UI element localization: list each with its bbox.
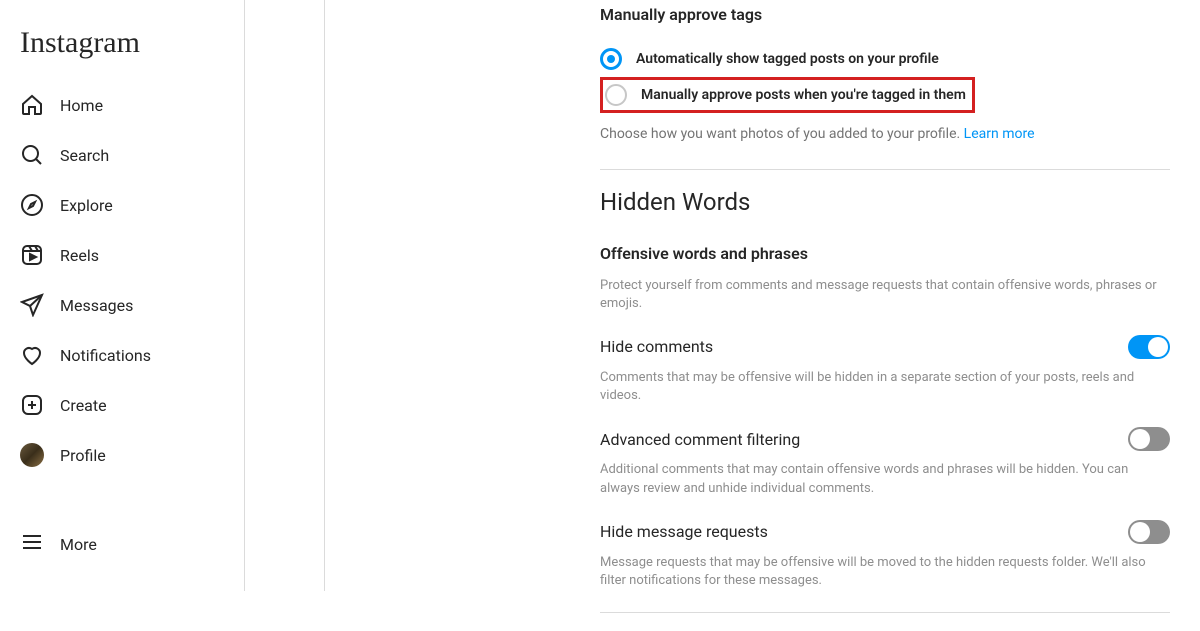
nav-label: Home [60, 96, 103, 115]
nav-create[interactable]: Create [12, 380, 232, 430]
toggle-label: Hide comments [600, 337, 713, 356]
hide-requests-toggle[interactable] [1128, 520, 1170, 544]
hide-requests-section: Hide message requests Message requests t… [600, 520, 1170, 590]
brand-logo[interactable]: Instagram [12, 8, 232, 80]
nav-profile[interactable]: Profile [12, 430, 232, 480]
reels-icon [20, 243, 44, 267]
nav-label: Create [60, 396, 107, 415]
tags-helper: Choose how you want photos of you added … [600, 125, 1170, 145]
offensive-desc: Protect yourself from comments and messa… [600, 277, 1170, 313]
radio-label: Automatically show tagged posts on your … [636, 51, 939, 67]
advanced-filtering-desc: Additional comments that may contain off… [600, 461, 1170, 497]
hide-requests-desc: Message requests that may be offensive w… [600, 554, 1170, 590]
settings-subnav [245, 0, 325, 591]
advanced-filtering-row: Advanced comment filtering [600, 427, 1170, 451]
hide-comments-row: Hide comments [600, 335, 1170, 359]
nav-label: Search [60, 146, 109, 165]
tags-heading: Manually approve tags [600, 5, 1170, 24]
helper-prefix: Choose how you want photos of you added … [600, 126, 964, 142]
settings-content: Manually approve tags Automatically show… [600, 0, 1180, 631]
hide-comments-section: Hide comments Comments that may be offen… [600, 335, 1170, 405]
hidden-words-heading: Hidden Words [600, 188, 1170, 216]
nav-label: Messages [60, 296, 133, 315]
home-icon [20, 93, 44, 117]
advanced-filtering-toggle[interactable] [1128, 427, 1170, 451]
search-icon [20, 143, 44, 167]
plus-square-icon [20, 393, 44, 417]
hide-requests-row: Hide message requests [600, 520, 1170, 544]
tags-option-manual[interactable]: Manually approve posts when you're tagge… [605, 82, 966, 108]
learn-more-link[interactable]: Learn more [964, 126, 1035, 142]
nav-reels[interactable]: Reels [12, 230, 232, 280]
nav-label: More [60, 535, 97, 554]
radio-icon [605, 84, 627, 106]
sidebar: Instagram Home Search Explore Reels [0, 0, 245, 591]
compass-icon [20, 193, 44, 217]
radio-label: Manually approve posts when you're tagge… [641, 87, 966, 103]
toggle-label: Advanced comment filtering [600, 430, 800, 449]
divider [600, 612, 1170, 613]
nav-search[interactable]: Search [12, 130, 232, 180]
nav: Home Search Explore Reels Messages [12, 80, 232, 517]
radio-icon [600, 48, 622, 70]
hide-comments-desc: Comments that may be offensive will be h… [600, 369, 1170, 405]
avatar [20, 443, 44, 467]
menu-icon [20, 530, 44, 558]
nav-label: Profile [60, 446, 106, 465]
nav-home[interactable]: Home [12, 80, 232, 130]
offensive-heading: Offensive words and phrases [600, 244, 1170, 263]
tags-option-auto[interactable]: Automatically show tagged posts on your … [600, 44, 1170, 74]
heart-icon [20, 343, 44, 367]
nav-more[interactable]: More [12, 517, 232, 571]
toggle-label: Hide message requests [600, 522, 768, 541]
tags-radio-group: Automatically show tagged posts on your … [600, 44, 1170, 113]
divider [600, 169, 1170, 170]
send-icon [20, 293, 44, 317]
advanced-filtering-section: Advanced comment filtering Additional co… [600, 427, 1170, 497]
nav-notifications[interactable]: Notifications [12, 330, 232, 380]
nav-label: Explore [60, 196, 113, 215]
highlight-annotation: Manually approve posts when you're tagge… [600, 77, 975, 113]
nav-label: Reels [60, 246, 99, 265]
nav-explore[interactable]: Explore [12, 180, 232, 230]
offensive-section: Offensive words and phrases Protect your… [600, 244, 1170, 313]
hide-comments-toggle[interactable] [1128, 335, 1170, 359]
nav-label: Notifications [60, 346, 151, 365]
nav-messages[interactable]: Messages [12, 280, 232, 330]
